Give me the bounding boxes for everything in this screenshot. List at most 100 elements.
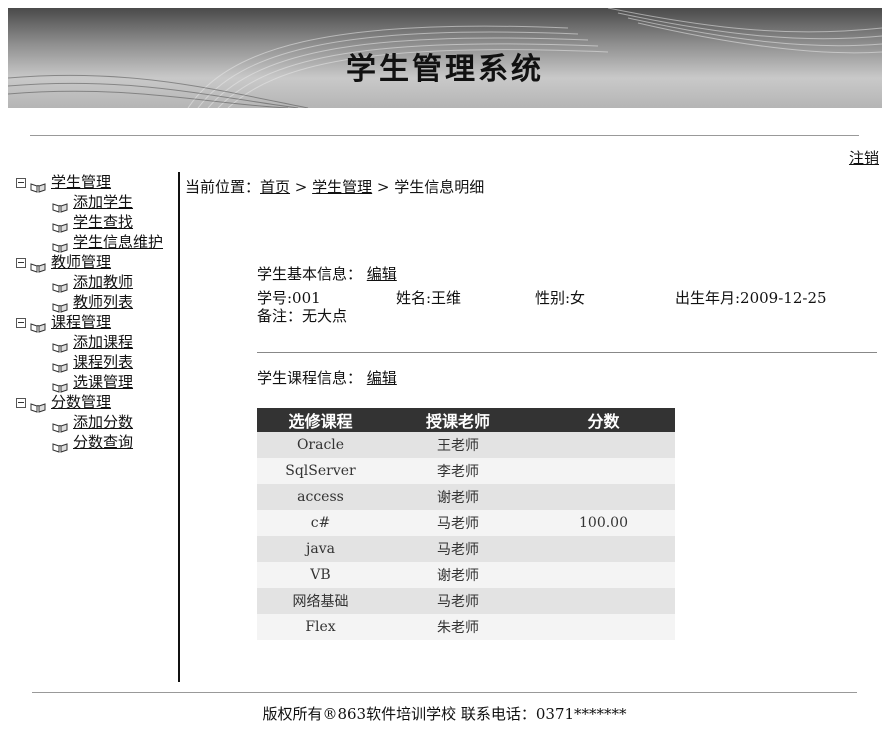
table-row: Flex 朱老师 <box>257 614 675 640</box>
sidebar-item-link[interactable]: 分数查询 <box>73 433 133 451</box>
student-remark-value: 备注：无大点 <box>257 307 348 325</box>
header-banner: 学生管理系统 <box>8 8 882 108</box>
sidebar-group-link[interactable]: 分数管理 <box>51 393 111 411</box>
column-header-course: 选修课程 <box>257 408 384 432</box>
footer-copyright: 版权所有®863软件培训学校 联系电话：0371******* <box>262 705 627 723</box>
book-icon <box>52 198 68 213</box>
book-icon <box>52 298 68 313</box>
edit-basic-info-link[interactable]: 编辑 <box>367 265 397 283</box>
book-icon <box>52 338 68 353</box>
score-cell <box>532 484 675 510</box>
sidebar-item: 添加分数 <box>16 412 180 433</box>
sidebar-item-link[interactable]: 选课管理 <box>73 373 133 391</box>
sidebar-group-link[interactable]: 学生管理 <box>51 173 111 191</box>
sidebar-item: 课程列表 <box>16 352 180 373</box>
column-header-score: 分数 <box>532 408 675 432</box>
collapse-toggle-icon[interactable] <box>16 398 26 408</box>
sidebar-item-link[interactable]: 添加学生 <box>73 193 133 211</box>
breadcrumb-current: 学生信息明细 <box>394 178 485 196</box>
book-icon <box>52 278 68 293</box>
breadcrumb-separator: > <box>290 178 313 196</box>
sidebar-item: 选课管理 <box>16 372 180 393</box>
course-name-cell: java <box>257 536 384 562</box>
teacher-cell: 谢老师 <box>384 484 532 510</box>
book-icon <box>52 218 68 233</box>
book-icon <box>30 318 46 333</box>
sidebar-item: 添加课程 <box>16 332 180 353</box>
score-cell <box>532 562 675 588</box>
score-cell <box>532 588 675 614</box>
breadcrumb: 当前位置：首页 > 学生管理 > 学生信息明细 <box>185 176 484 197</box>
sidebar-item: 分数查询 <box>16 432 180 453</box>
teacher-cell: 马老师 <box>384 536 532 562</box>
sidebar-group: 分数管理 <box>16 392 180 413</box>
student-name-value: 姓名:王维 <box>396 289 462 307</box>
score-cell <box>532 432 675 458</box>
course-name-cell: Flex <box>257 614 384 640</box>
book-icon <box>30 178 46 193</box>
book-icon <box>52 378 68 393</box>
section-divider <box>257 352 877 353</box>
sidebar-item-link[interactable]: 学生查找 <box>73 213 133 231</box>
book-icon <box>52 438 68 453</box>
sidebar-item-link[interactable]: 教师列表 <box>73 293 133 311</box>
book-icon <box>30 258 46 273</box>
sidebar-group-link[interactable]: 课程管理 <box>51 313 111 331</box>
sidebar-item-link[interactable]: 添加课程 <box>73 333 133 351</box>
course-name-cell: SqlServer <box>257 458 384 484</box>
sidebar-item: 添加学生 <box>16 192 180 213</box>
sidebar-item-link[interactable]: 课程列表 <box>73 353 133 371</box>
column-header-teacher: 授课老师 <box>384 408 532 432</box>
sidebar-item: 学生信息维护 <box>16 232 180 253</box>
book-icon <box>52 238 68 253</box>
score-cell <box>532 536 675 562</box>
course-name-cell: access <box>257 484 384 510</box>
sidebar-group: 课程管理 <box>16 312 180 333</box>
student-gender-value: 性别:女 <box>535 289 586 307</box>
table-row: java 马老师 <box>257 536 675 562</box>
sidebar-item: 学生查找 <box>16 212 180 233</box>
collapse-toggle-icon[interactable] <box>16 318 26 328</box>
basic-info-heading: 学生基本信息： 编辑 <box>257 263 397 284</box>
book-icon <box>52 418 68 433</box>
edit-course-info-link[interactable]: 编辑 <box>367 369 397 387</box>
table-row: 网络基础 马老师 <box>257 588 675 614</box>
sidebar-group: 学生管理 <box>16 172 180 193</box>
book-icon <box>52 358 68 373</box>
breadcrumb-section-link[interactable]: 学生管理 <box>312 178 372 196</box>
table-row: c# 马老师 100.00 <box>257 510 675 536</box>
teacher-cell: 朱老师 <box>384 614 532 640</box>
top-divider <box>30 135 859 136</box>
course-table: 选修课程 授课老师 分数 Oracle 王老师 SqlServer 李老师 access… <box>257 408 675 640</box>
course-info-title: 学生课程信息： <box>257 369 363 387</box>
basic-info-row: 学号:001 姓名:王维 性别:女 出生年月:2009-12-25 <box>257 287 857 307</box>
bottom-divider <box>32 692 857 693</box>
breadcrumb-separator: > <box>372 178 395 196</box>
sidebar-item-link[interactable]: 添加教师 <box>73 273 133 291</box>
sidebar-group-link[interactable]: 教师管理 <box>51 253 111 271</box>
score-cell <box>532 614 675 640</box>
sidebar-item-link[interactable]: 添加分数 <box>73 413 133 431</box>
course-info-heading: 学生课程信息： 编辑 <box>257 367 397 388</box>
collapse-toggle-icon[interactable] <box>16 258 26 268</box>
basic-info-title: 学生基本信息： <box>257 265 363 283</box>
sidebar-group: 教师管理 <box>16 252 180 273</box>
course-name-cell: 网络基础 <box>257 588 384 614</box>
student-birth-value: 出生年月:2009-12-25 <box>675 289 827 307</box>
breadcrumb-home-link[interactable]: 首页 <box>260 178 290 196</box>
teacher-cell: 王老师 <box>384 432 532 458</box>
table-row: Oracle 王老师 <box>257 432 675 458</box>
table-header-row: 选修课程 授课老师 分数 <box>257 408 675 432</box>
sidebar-item-link[interactable]: 学生信息维护 <box>73 233 163 251</box>
teacher-cell: 谢老师 <box>384 562 532 588</box>
sidebar-item: 教师列表 <box>16 292 180 313</box>
course-name-cell: VB <box>257 562 384 588</box>
collapse-toggle-icon[interactable] <box>16 178 26 188</box>
table-row: VB 谢老师 <box>257 562 675 588</box>
logout-link[interactable]: 注销 <box>849 147 879 168</box>
sidebar-item: 添加教师 <box>16 272 180 293</box>
page-title: 学生管理系统 <box>346 52 544 87</box>
teacher-cell: 李老师 <box>384 458 532 484</box>
table-row: access 谢老师 <box>257 484 675 510</box>
sidebar-nav: 学生管理添加学生学生查找学生信息维护教师管理添加教师教师列表课程管理添加课程课程… <box>16 172 180 453</box>
